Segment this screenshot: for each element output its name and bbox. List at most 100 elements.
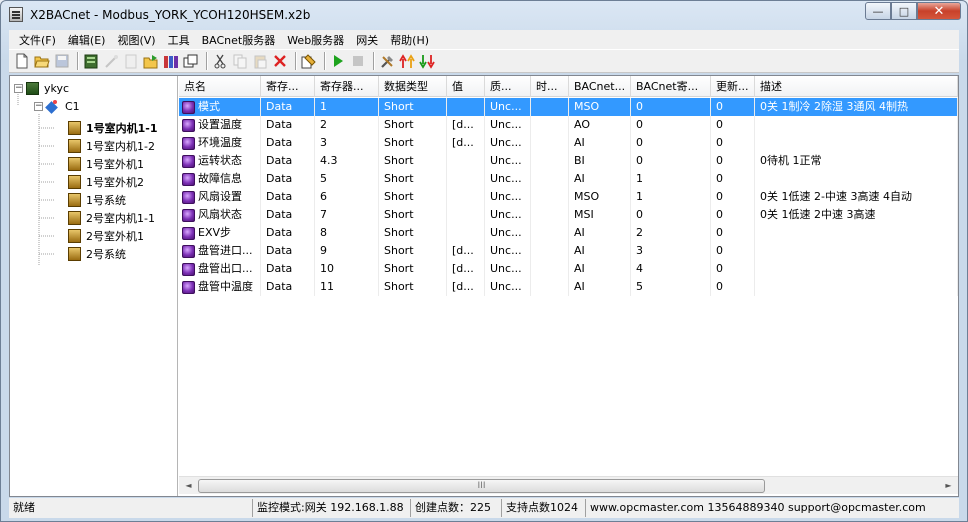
books-icon[interactable] <box>162 52 180 70</box>
stop-icon[interactable] <box>349 52 367 70</box>
tag-list[interactable]: 点名 寄存... 寄存器... 数据类型值质... 时... BACnet... BACne… <box>179 76 958 496</box>
tree-node-device[interactable]: 1号室外机2 <box>68 173 144 190</box>
column-header-description[interactable]: 描述 <box>755 76 958 97</box>
tree-node-device[interactable]: 2号系统 <box>68 245 126 262</box>
menu-gateway[interactable]: 网关 <box>350 32 384 48</box>
menu-help[interactable]: 帮助(H) <box>384 32 435 48</box>
page-icon[interactable] <box>122 52 140 70</box>
table-row[interactable]: 盘管中温度 Data 11 Short [d... Unc... AI 5 0 <box>179 278 958 296</box>
scroll-right-icon[interactable]: ► <box>940 478 957 494</box>
col-update: 0 <box>711 260 755 278</box>
column-header-value[interactable]: 值 <box>447 76 485 97</box>
menu-file[interactable]: 文件(F) <box>13 32 62 48</box>
col-quality: Unc... <box>485 278 531 296</box>
table-row[interactable]: 盘管进口... Data 9 Short [d... Unc... AI 3 0 <box>179 242 958 260</box>
status-supported-count: 支持点数1024 <box>501 499 585 517</box>
tag-properties-icon[interactable] <box>300 52 318 70</box>
export-icon[interactable] <box>142 52 160 70</box>
col-name: 环境温度 <box>179 134 261 152</box>
tag-name: EXV步 <box>198 226 232 239</box>
table-row[interactable]: 模式 Data 1 Short Unc... MSO 0 0 0关 1制冷 2除湿 3通风 4制… <box>179 98 958 116</box>
col-quality: Unc... <box>485 242 531 260</box>
collapse-icon[interactable]: − <box>34 102 43 111</box>
col-quality: Unc... <box>485 224 531 242</box>
column-header-register-area[interactable]: 寄存... <box>261 76 315 97</box>
collapse-icon[interactable]: − <box>14 84 23 93</box>
column-header-bacnet-instance[interactable]: BACnet寄... <box>631 76 711 97</box>
device-tree[interactable]: − ykyc − C1 1号室内机1-1 1号室内机1-2 1号室外机1 1号室… <box>10 76 178 496</box>
tag-name: 设置温度 <box>198 118 242 131</box>
maximize-button[interactable]: □ <box>891 2 917 20</box>
col-bacnet-type: MSO <box>569 188 631 206</box>
menu-web-server[interactable]: Web服务器 <box>281 32 350 48</box>
download-icon[interactable] <box>418 52 436 70</box>
col-update: 0 <box>711 242 755 260</box>
scroll-thumb[interactable]: III <box>198 479 765 493</box>
tag-icon <box>182 154 195 168</box>
open-folder-icon[interactable] <box>33 52 51 70</box>
table-row[interactable]: EXV步 Data 8 Short Unc... AI 2 0 <box>179 224 958 242</box>
device-icon <box>68 192 81 207</box>
paste-icon[interactable] <box>251 52 269 70</box>
col-bacnet-instance: 1 <box>631 188 711 206</box>
menu-view[interactable]: 视图(V) <box>111 32 161 48</box>
col-name: 盘管中温度 <box>179 278 261 296</box>
delete-icon[interactable] <box>271 52 289 70</box>
col-register-address: 6 <box>315 188 379 206</box>
tools-icon[interactable] <box>378 52 396 70</box>
scroll-left-icon[interactable]: ◄ <box>180 478 197 494</box>
horizontal-scrollbar[interactable]: ◄ III ► <box>179 476 958 494</box>
status-bar: 就绪 监控模式:网关 192.168.1.88 创建点数：225 支持点数102… <box>9 498 959 518</box>
col-quality: Unc... <box>485 134 531 152</box>
tree-node-device[interactable]: 1号室内机1-1 <box>68 119 158 136</box>
title-bar[interactable]: X2BACnet - Modbus_YORK_YCOH120HSEM.x2b —… <box>1 1 967 29</box>
wand-icon[interactable] <box>102 52 120 70</box>
table-row[interactable]: 盘管出口... Data 10 Short [d... Unc... AI 4 0 <box>179 260 958 278</box>
table-row[interactable]: 运转状态 Data 4.3 Short Unc... BI 0 0 0待机 1正常 <box>179 152 958 170</box>
tree-node-device[interactable]: 2号室外机1 <box>68 227 144 244</box>
menu-bacnet-server[interactable]: BACnet服务器 <box>196 32 282 48</box>
col-name: 运转状态 <box>179 152 261 170</box>
tree-node-device[interactable]: 1号室内机1-2 <box>68 137 155 154</box>
column-header-name[interactable]: 点名 <box>179 76 261 97</box>
col-register-area: Data <box>261 152 315 170</box>
close-button[interactable]: ✕ <box>917 2 961 20</box>
table-row[interactable]: 风扇设置 Data 6 Short Unc... MSO 1 0 0关 1低速 2-中速 3高速… <box>179 188 958 206</box>
column-header-register-address[interactable]: 寄存器... <box>315 76 379 97</box>
database-icon[interactable] <box>82 52 100 70</box>
column-header-quality[interactable]: 质... <box>485 76 531 97</box>
toolbar <box>9 49 959 73</box>
upload-icon[interactable] <box>398 52 416 70</box>
menu-edit[interactable]: 编辑(E) <box>62 32 112 48</box>
col-description <box>755 260 958 278</box>
table-row[interactable]: 风扇状态 Data 7 Short Unc... MSI 0 0 0关 1低速 2中速 3高速 <box>179 206 958 224</box>
cut-icon[interactable] <box>211 52 229 70</box>
tree-node-device[interactable]: 1号室外机1 <box>68 155 144 172</box>
tree-node-root[interactable]: − ykyc <box>14 80 69 97</box>
save-icon[interactable] <box>53 52 71 70</box>
tag-icon <box>182 262 195 276</box>
tree-node-device[interactable]: 1号系统 <box>68 191 126 208</box>
tree-node-label: 1号系统 <box>86 193 126 207</box>
column-header-bacnet-type[interactable]: BACnet... <box>569 76 631 97</box>
col-data-type: Short <box>379 98 447 116</box>
multi-window-icon[interactable] <box>182 52 200 70</box>
tag-icon <box>182 100 195 114</box>
play-icon[interactable] <box>329 52 347 70</box>
col-value: [d... <box>447 260 485 278</box>
new-file-icon[interactable] <box>13 52 31 70</box>
table-row[interactable]: 故障信息 Data 5 Short Unc... AI 1 0 <box>179 170 958 188</box>
menu-tools[interactable]: 工具 <box>162 32 196 48</box>
column-header-data-type[interactable]: 数据类型 <box>379 76 447 97</box>
col-quality: Unc... <box>485 152 531 170</box>
tree-node-channel[interactable]: − C1 <box>34 98 80 115</box>
tree-node-device[interactable]: 2号室内机1-1 <box>68 209 155 226</box>
col-timestamp <box>531 116 569 134</box>
table-row[interactable]: 环境温度 Data 3 Short [d... Unc... AI 0 0 <box>179 134 958 152</box>
minimize-button[interactable]: — <box>865 2 891 20</box>
copy-icon[interactable] <box>231 52 249 70</box>
table-row[interactable]: 设置温度 Data 2 Short [d... Unc... AO 0 0 <box>179 116 958 134</box>
column-header-timestamp[interactable]: 时... <box>531 76 569 97</box>
col-bacnet-type: BI <box>569 152 631 170</box>
column-header-update[interactable]: 更新... <box>711 76 755 97</box>
